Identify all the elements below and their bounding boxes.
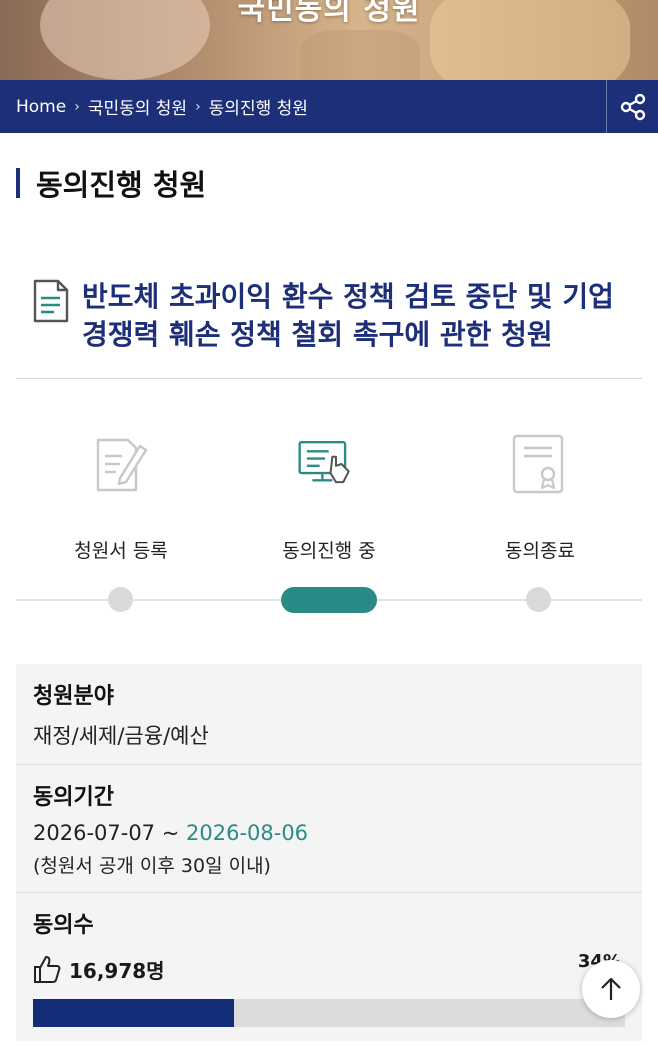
certificate-icon bbox=[512, 434, 564, 494]
field-value: 재정/세제/금융/예산 bbox=[33, 724, 209, 748]
breadcrumb-petitions[interactable]: 국민동의 청원 bbox=[88, 94, 187, 119]
consent-progress-bar bbox=[33, 999, 625, 1027]
step-label-registered: 청원서 등록 bbox=[74, 540, 168, 562]
info-period-section: 동의기간 2026-07-07 ~ 2026-08-06 (청원서 공개 이후 … bbox=[16, 765, 642, 893]
petition-title: 반도체 초과이익 환수 정책 검토 중단 및 기업 경쟁력 훼손 정책 철회 촉… bbox=[82, 280, 614, 351]
scroll-top-button[interactable] bbox=[582, 960, 640, 1018]
count-row: 16,978명 34% bbox=[33, 949, 625, 989]
chevron-right-icon: › bbox=[195, 98, 201, 115]
period-note: (청원서 공개 이후 30일 이내) bbox=[33, 855, 271, 877]
info-count-section: 동의수 16,978명 34% bbox=[16, 893, 642, 1041]
period-value: 2026-07-07 ~ 2026-08-06 bbox=[33, 821, 625, 845]
period-label: 동의기간 bbox=[33, 785, 114, 810]
step-dot-closed bbox=[526, 587, 551, 612]
page-title: 동의진행 청원 bbox=[36, 168, 207, 202]
chevron-right-icon: › bbox=[74, 98, 80, 115]
breadcrumb-current[interactable]: 동의진행 청원 bbox=[209, 94, 308, 119]
share-button[interactable] bbox=[607, 80, 658, 133]
field-label: 청원분야 bbox=[33, 684, 114, 709]
document-icon bbox=[33, 279, 69, 323]
hero-decoration bbox=[300, 30, 420, 80]
thumbs-up-icon bbox=[34, 956, 61, 983]
hero-banner: 국민동의 청원 bbox=[0, 0, 658, 80]
breadcrumb-home[interactable]: Home bbox=[16, 97, 66, 117]
page-title-row: 동의진행 청원 bbox=[16, 165, 207, 202]
share-icon bbox=[620, 93, 645, 120]
count-label: 동의수 bbox=[33, 913, 94, 938]
step-label-closed: 동의종료 bbox=[505, 540, 575, 562]
step-dot-registered bbox=[108, 587, 133, 612]
breadcrumb: Home › 국민동의 청원 › 동의진행 청원 bbox=[16, 80, 308, 133]
period-end: 2026-08-06 bbox=[186, 821, 309, 845]
divider bbox=[16, 378, 642, 379]
step-label-in-progress: 동의진행 중 bbox=[282, 540, 376, 562]
consent-count: 16,978명 bbox=[69, 958, 165, 983]
arrow-up-icon bbox=[601, 977, 621, 1000]
petition-info-panel: 청원분야 재정/세제/금융/예산 동의기간 2026-07-07 ~ 2026-… bbox=[16, 664, 642, 1041]
document-pen-icon bbox=[96, 438, 148, 492]
computer-click-icon bbox=[298, 441, 350, 484]
breadcrumb-bar: Home › 국민동의 청원 › 동의진행 청원 bbox=[0, 80, 658, 133]
consent-progress-fill bbox=[33, 999, 235, 1027]
step-dot-active bbox=[281, 587, 377, 613]
title-accent-bar bbox=[16, 168, 20, 198]
period-start: 2026-07-07 ~ bbox=[33, 821, 186, 845]
info-field-section: 청원분야 재정/세제/금융/예산 bbox=[16, 664, 642, 765]
hero-title: 국민동의 청원 bbox=[237, 0, 421, 27]
